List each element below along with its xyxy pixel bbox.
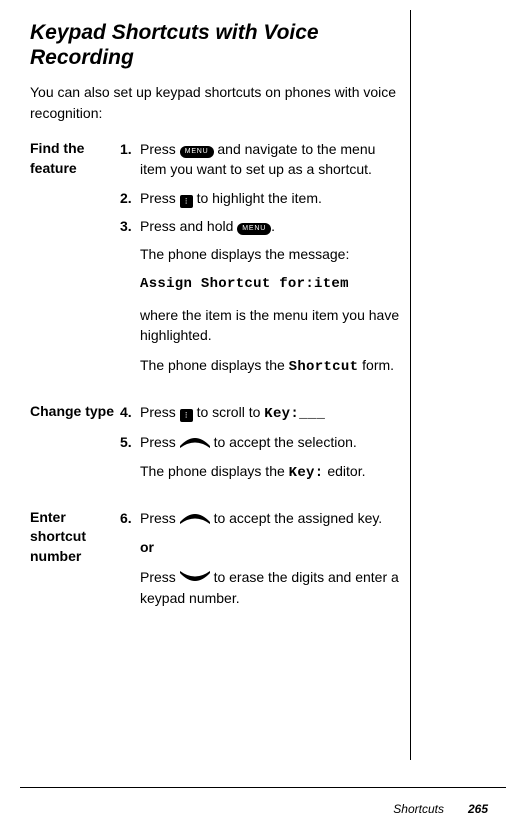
content: Keypad Shortcuts with Voice Recording Yo… [30, 20, 400, 619]
section-enter-shortcut: Enter shortcut number 6. Press to accept… [30, 508, 400, 619]
step-3: 3. Press and hold MENU. [120, 216, 400, 236]
form-line: The phone displays the Shortcut form. [140, 355, 400, 377]
section-change-type: Change type 4. Press ⁝ to scroll to Key:… [30, 402, 400, 494]
msg-line: The phone displays the message: [140, 244, 400, 264]
step-5-before: Press [140, 434, 180, 450]
nav-key-icon: ⁝ [180, 409, 193, 422]
step-4-mid: to scroll to [193, 404, 265, 420]
step-2-num: 2. [120, 188, 140, 208]
step-6-body: Press to accept the assigned key. [140, 508, 400, 529]
alt-before: Press [140, 569, 180, 585]
menu-key-icon: MENU [237, 223, 271, 235]
page: Keypad Shortcuts with Voice Recording Yo… [0, 0, 526, 830]
page-footer: Shortcuts 265 [393, 802, 488, 816]
step-1-before: Press [140, 141, 180, 157]
assign-code: Assign Shortcut for:item [140, 274, 400, 294]
step-1-num: 1. [120, 139, 140, 159]
step-6: 6. Press to accept the assigned key. [120, 508, 400, 529]
step-6-before: Press [140, 510, 180, 526]
step-6-after: to accept the assigned key. [210, 510, 383, 526]
step-2-before: Press [140, 190, 180, 206]
step-3-after: . [271, 218, 275, 234]
step-3-before: Press and hold [140, 218, 237, 234]
step-5-num: 5. [120, 432, 140, 452]
step-2-body: Press ⁝ to highlight the item. [140, 188, 400, 208]
intro-text: You can also set up keypad shortcuts on … [30, 82, 400, 123]
step-2: 2. Press ⁝ to highlight the item. [120, 188, 400, 208]
step-5: 5. Press to accept the selection. [120, 432, 400, 453]
soft-left-key-icon [180, 568, 210, 588]
alt-line: Press to erase the digits and enter a ke… [140, 567, 400, 609]
change-steps: 4. Press ⁝ to scroll to Key:___ 5. Press… [120, 402, 400, 494]
step-4-body: Press ⁝ to scroll to Key:___ [140, 402, 400, 424]
step-4-before: Press [140, 404, 180, 420]
step-6-num: 6. [120, 508, 140, 528]
page-number: 265 [468, 802, 488, 816]
form-after: form. [358, 357, 394, 373]
vertical-separator [410, 10, 411, 760]
form-code: Shortcut [289, 359, 359, 375]
menu-key-icon: MENU [180, 146, 214, 158]
find-label: Find the feature [30, 139, 120, 178]
step-2-after: to highlight the item. [193, 190, 322, 206]
form-before: The phone displays the [140, 357, 289, 373]
step-4-code: Key:___ [264, 406, 325, 422]
or-text: or [140, 537, 400, 557]
section-find-feature: Find the feature 1. Press MENU and navig… [30, 139, 400, 388]
step-4-num: 4. [120, 402, 140, 422]
where-text: where the item is the menu item you have… [140, 305, 400, 346]
editor-after: editor. [323, 463, 365, 479]
step-1-body: Press MENU and navigate to the menu item… [140, 139, 400, 180]
enter-label: Enter shortcut number [30, 508, 120, 567]
step-1: 1. Press MENU and navigate to the menu i… [120, 139, 400, 180]
footer-section: Shortcuts [393, 802, 444, 816]
step-5-after: to accept the selection. [210, 434, 357, 450]
footer-rule [20, 787, 506, 788]
page-heading: Keypad Shortcuts with Voice Recording [30, 20, 400, 70]
editor-line: The phone displays the Key: editor. [140, 461, 400, 483]
step-5-body: Press to accept the selection. [140, 432, 400, 453]
step-3-body: Press and hold MENU. [140, 216, 400, 236]
find-steps: 1. Press MENU and navigate to the menu i… [120, 139, 400, 388]
soft-right-key-icon [180, 433, 210, 453]
step-3-num: 3. [120, 216, 140, 236]
soft-right-key-icon [180, 509, 210, 529]
step-4: 4. Press ⁝ to scroll to Key:___ [120, 402, 400, 424]
nav-key-icon: ⁝ [180, 195, 193, 208]
editor-before: The phone displays the [140, 463, 289, 479]
enter-steps: 6. Press to accept the assigned key. or … [120, 508, 400, 619]
change-label: Change type [30, 402, 120, 422]
editor-code: Key: [289, 465, 324, 481]
